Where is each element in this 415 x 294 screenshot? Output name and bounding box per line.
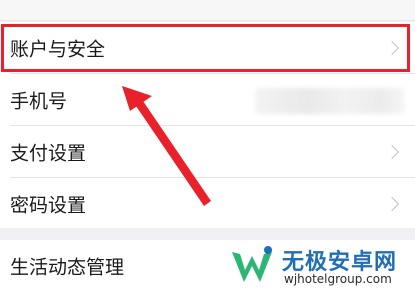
blurred-phone-value xyxy=(255,88,405,114)
row-label: 账户与安全 xyxy=(10,38,106,61)
row-label: 手机号 xyxy=(10,90,68,113)
top-header-strip xyxy=(0,0,415,21)
watermark-logo-icon xyxy=(232,246,272,282)
watermark: 无极安卓网 wjhotelgroup.com xyxy=(228,242,413,292)
settings-row-account-security[interactable]: 账户与安全 xyxy=(0,22,415,74)
chevron-right-icon xyxy=(384,144,400,160)
chevron-right-icon xyxy=(384,40,400,56)
settings-group-account: 账户与安全 手机号 支付设置 密码设置 xyxy=(0,22,415,228)
settings-row-phone[interactable]: 手机号 xyxy=(0,74,415,126)
chevron-right-icon xyxy=(384,196,400,212)
row-label: 支付设置 xyxy=(10,142,87,165)
settings-row-password[interactable]: 密码设置 xyxy=(0,178,415,230)
watermark-url: wjhotelgroup.com xyxy=(284,272,392,286)
settings-row-payment[interactable]: 支付设置 xyxy=(0,126,415,178)
row-label: 生活动态管理 xyxy=(10,256,125,279)
row-label: 密码设置 xyxy=(10,194,87,217)
